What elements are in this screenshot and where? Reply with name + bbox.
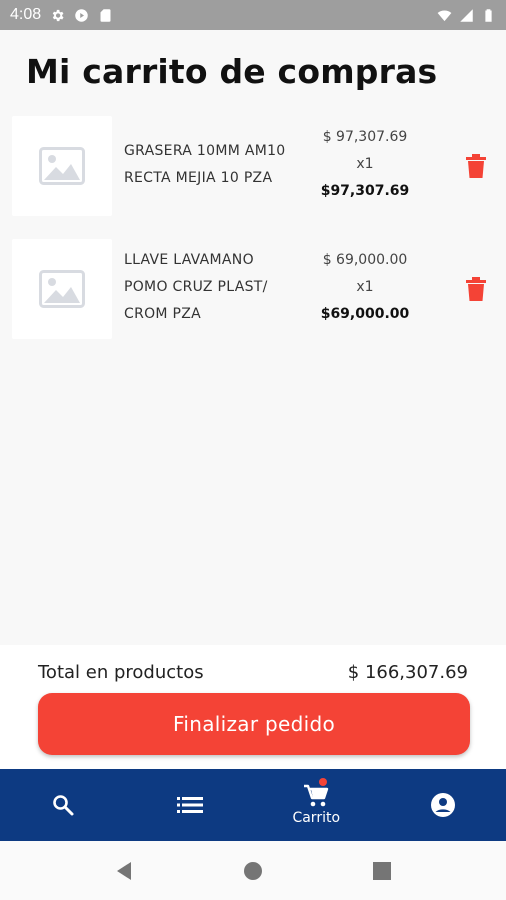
back-button[interactable] <box>104 851 144 891</box>
product-thumbnail <box>12 239 112 339</box>
product-name-line: POMO CRUZ PLAST/ <box>124 279 268 295</box>
account-icon <box>430 793 455 817</box>
sd-card-icon <box>100 8 111 22</box>
nav-label-cart: Carrito <box>292 810 341 826</box>
recents-icon <box>372 861 391 880</box>
cart-item: LLAVE LAVAMANO POMO CRUZ PLAST/ CROM PZA… <box>0 239 506 345</box>
image-placeholder-icon <box>39 147 85 185</box>
checkout-button[interactable]: Finalizar pedido <box>38 693 470 755</box>
battery-icon <box>485 8 492 22</box>
product-name: GRASERA 10MM AM10 RECTA MEJIA 10 PZA <box>124 138 294 192</box>
unit-price: $ 97,307.69 <box>322 129 408 145</box>
product-name: LLAVE LAVAMANO POMO CRUZ PLAST/ CROM PZA <box>124 247 294 328</box>
image-placeholder-icon <box>39 270 85 308</box>
line-total: $97,307.69 <box>320 183 410 199</box>
delete-item-button[interactable] <box>462 275 490 303</box>
home-button[interactable] <box>233 851 273 891</box>
trash-icon <box>466 277 486 301</box>
unit-price: $ 69,000.00 <box>322 252 408 268</box>
page-title: Mi carrito de compras <box>26 52 438 91</box>
product-thumbnail <box>12 116 112 216</box>
product-name-line: CROM PZA <box>124 306 202 322</box>
status-bar: 4:08 <box>0 0 506 30</box>
system-nav <box>0 841 506 900</box>
price-column: $ 97,307.69 x1 $97,307.69 <box>300 124 430 205</box>
cart-badge-dot <box>319 778 327 786</box>
nav-item-search[interactable] <box>0 769 127 841</box>
home-icon <box>243 861 262 880</box>
quantity: x1 <box>356 156 374 172</box>
product-name-line: RECTA MEJIA 10 PZA <box>124 170 273 186</box>
cart-item: GRASERA 10MM AM10 RECTA MEJIA 10 PZA $ 9… <box>0 116 506 222</box>
nav-item-list[interactable] <box>127 769 254 841</box>
total-value: $ 166,307.69 <box>347 662 468 683</box>
gear-icon <box>52 9 64 21</box>
play-icon <box>75 8 88 22</box>
back-icon <box>117 861 132 880</box>
delete-item-button[interactable] <box>462 152 490 180</box>
order-summary: Total en productos $ 166,307.69 Finaliza… <box>0 645 506 769</box>
status-time: 4:08 <box>10 6 42 23</box>
status-left: 4:08 <box>10 6 113 24</box>
nav-item-cart[interactable]: Carrito <box>253 769 380 841</box>
wifi-icon <box>437 9 452 21</box>
cart-icon <box>304 784 329 807</box>
line-total: $69,000.00 <box>320 306 410 322</box>
bottom-nav: Carrito <box>0 769 506 841</box>
search-icon <box>53 795 74 816</box>
product-name-line: LLAVE LAVAMANO <box>124 252 254 268</box>
quantity: x1 <box>356 279 374 295</box>
trash-icon <box>466 154 486 178</box>
price-column: $ 69,000.00 x1 $69,000.00 <box>300 247 430 328</box>
list-icon <box>176 797 203 813</box>
status-right <box>437 8 496 23</box>
product-name-line: GRASERA 10MM AM10 <box>124 143 286 159</box>
signal-icon <box>460 8 473 22</box>
nav-item-account[interactable] <box>380 769 506 841</box>
total-label: Total en productos <box>38 662 204 683</box>
recents-button[interactable] <box>362 851 402 891</box>
